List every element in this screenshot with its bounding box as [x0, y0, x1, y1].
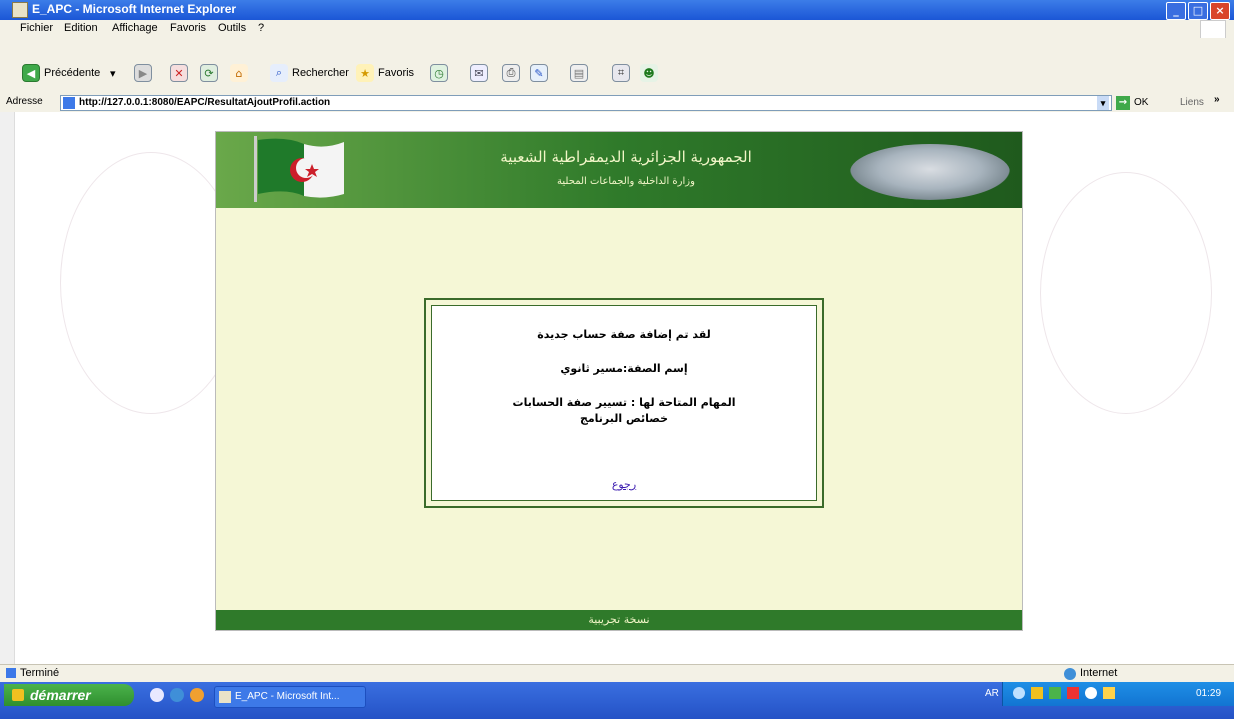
status-bar: Terminé Internet: [0, 664, 1234, 683]
mail-icon[interactable]: ✉: [470, 64, 488, 82]
status-text: Terminé: [20, 667, 60, 679]
back-button-label[interactable]: Précédente: [44, 67, 100, 79]
header-banner: الجمهورية الجزائرية الديمقراطية الشعبية …: [216, 132, 1022, 208]
forward-icon[interactable]: ▶: [134, 64, 152, 82]
menu-fichier[interactable]: Fichier: [20, 22, 53, 34]
window-title-bar: E_APC - Microsoft Internet Explorer _ □ …: [0, 0, 1234, 20]
windows-logo-icon: [1200, 20, 1226, 40]
links-label[interactable]: Liens: [1180, 97, 1204, 108]
page-icon: [63, 97, 75, 109]
header-title: الجمهورية الجزائرية الديمقراطية الشعبية: [500, 148, 752, 166]
toolbar: ◀ Précédente ▾ ▶ ✕ ⟳ ⌂ ⌕ Rechercher ★ Fa…: [0, 38, 1234, 95]
maximize-button[interactable]: □: [1188, 2, 1208, 20]
tray-misc-icon[interactable]: [1103, 687, 1115, 699]
back-icon[interactable]: ◀: [22, 64, 40, 82]
browser-viewport: الجمهورية الجزائرية الديمقراطية الشعبية …: [0, 112, 1234, 664]
message-added: لقد تم إضافة صفة حساب جديدة: [537, 328, 711, 341]
close-button[interactable]: ×: [1210, 2, 1230, 20]
header-subtitle: وزارة الداخلية والجماعات المحلية: [557, 176, 695, 187]
address-bar: Adresse http://127.0.0.1:8080/EAPC/Resul…: [0, 94, 1234, 113]
menu-edition[interactable]: Edition: [64, 22, 98, 34]
favorites-button-label[interactable]: Favoris: [378, 67, 414, 79]
window-title: E_APC - Microsoft Internet Explorer: [32, 2, 237, 16]
palace-image: [850, 144, 1010, 200]
media-icon[interactable]: [190, 688, 204, 702]
research-icon[interactable]: ⌗: [612, 64, 630, 82]
tray-network-icon[interactable]: [1013, 687, 1025, 699]
taskbar-item-browser[interactable]: E_APC - Microsoft Int...: [214, 686, 366, 708]
search-button-label[interactable]: Rechercher: [292, 67, 349, 79]
message-tasks-item: خصائص البرنامج: [579, 412, 669, 425]
favorites-icon[interactable]: ★: [356, 64, 374, 82]
minimize-button[interactable]: _: [1166, 2, 1186, 20]
discuss-icon[interactable]: ▤: [570, 64, 588, 82]
scrollbar[interactable]: [0, 112, 15, 664]
home-icon[interactable]: ⌂: [230, 64, 248, 82]
tray-volume-icon[interactable]: [1085, 687, 1097, 699]
page-frame: الجمهورية الجزائرية الديمقراطية الشعبية …: [216, 132, 1022, 630]
message-tasks: المهام المتاحة لها : تسيير صفة الحسابات: [512, 396, 736, 409]
menu-bar: Fichier Edition Affichage Favoris Outils…: [0, 20, 1234, 40]
taskbar-item-label: E_APC - Microsoft Int...: [235, 691, 340, 702]
menu-affichage[interactable]: Affichage: [112, 22, 158, 34]
menu-outils[interactable]: Outils: [218, 22, 246, 34]
history-icon[interactable]: ◷: [430, 64, 448, 82]
message-profile-name: إسم الصفة:مسير ثانوي: [560, 362, 688, 375]
back-dropdown-icon[interactable]: ▾: [110, 67, 116, 80]
menu-help[interactable]: ?: [258, 22, 264, 34]
result-box: لقد تم إضافة صفة حساب جديدة إسم الصفة:مس…: [424, 298, 824, 508]
address-dropdown-icon[interactable]: ▾: [1097, 96, 1109, 110]
globe-icon: [1064, 668, 1076, 680]
background-decoration: [1040, 172, 1212, 414]
tray-warning-icon[interactable]: [1031, 687, 1043, 699]
edit-icon[interactable]: ✎: [530, 64, 548, 82]
stop-icon[interactable]: ✕: [170, 64, 188, 82]
start-button[interactable]: démarrer: [4, 684, 134, 706]
tray-app-icon[interactable]: [1049, 687, 1061, 699]
page-footer: نسخة تجريبية: [216, 610, 1022, 630]
algerian-flag-image: [254, 136, 344, 202]
go-button-label[interactable]: OK: [1134, 97, 1148, 108]
go-icon[interactable]: →: [1116, 96, 1130, 110]
address-label: Adresse: [6, 96, 43, 107]
ie-quicklaunch-icon[interactable]: [170, 688, 184, 702]
start-label: démarrer: [30, 687, 91, 703]
messenger-icon[interactable]: ☻: [640, 64, 658, 82]
links-expand-icon[interactable]: »: [1214, 94, 1220, 105]
taskbar: démarrer E_APC - Microsoft Int... AR 01:…: [0, 682, 1234, 719]
ie-icon: [12, 2, 28, 18]
status-zone: Internet: [1080, 667, 1118, 679]
page-done-icon: [6, 668, 16, 678]
tray-security-icon[interactable]: [1067, 687, 1079, 699]
print-icon[interactable]: ⎙: [502, 64, 520, 82]
result-box-content: لقد تم إضافة صفة حساب جديدة إسم الصفة:مس…: [431, 305, 817, 501]
refresh-icon[interactable]: ⟳: [200, 64, 218, 82]
language-indicator[interactable]: AR: [985, 688, 999, 699]
address-url: http://127.0.0.1:8080/EAPC/ResultatAjout…: [79, 97, 331, 108]
search-icon[interactable]: ⌕: [270, 64, 288, 82]
windows-flag-icon: [12, 689, 24, 701]
menu-favoris[interactable]: Favoris: [170, 22, 206, 34]
clock: 01:29: [1196, 688, 1222, 699]
ie-icon: [219, 691, 231, 703]
background-decoration: [60, 152, 242, 414]
address-input[interactable]: http://127.0.0.1:8080/EAPC/ResultatAjout…: [60, 95, 1112, 111]
back-link[interactable]: رجوع: [432, 478, 816, 491]
desktop-icon[interactable]: [150, 688, 164, 702]
